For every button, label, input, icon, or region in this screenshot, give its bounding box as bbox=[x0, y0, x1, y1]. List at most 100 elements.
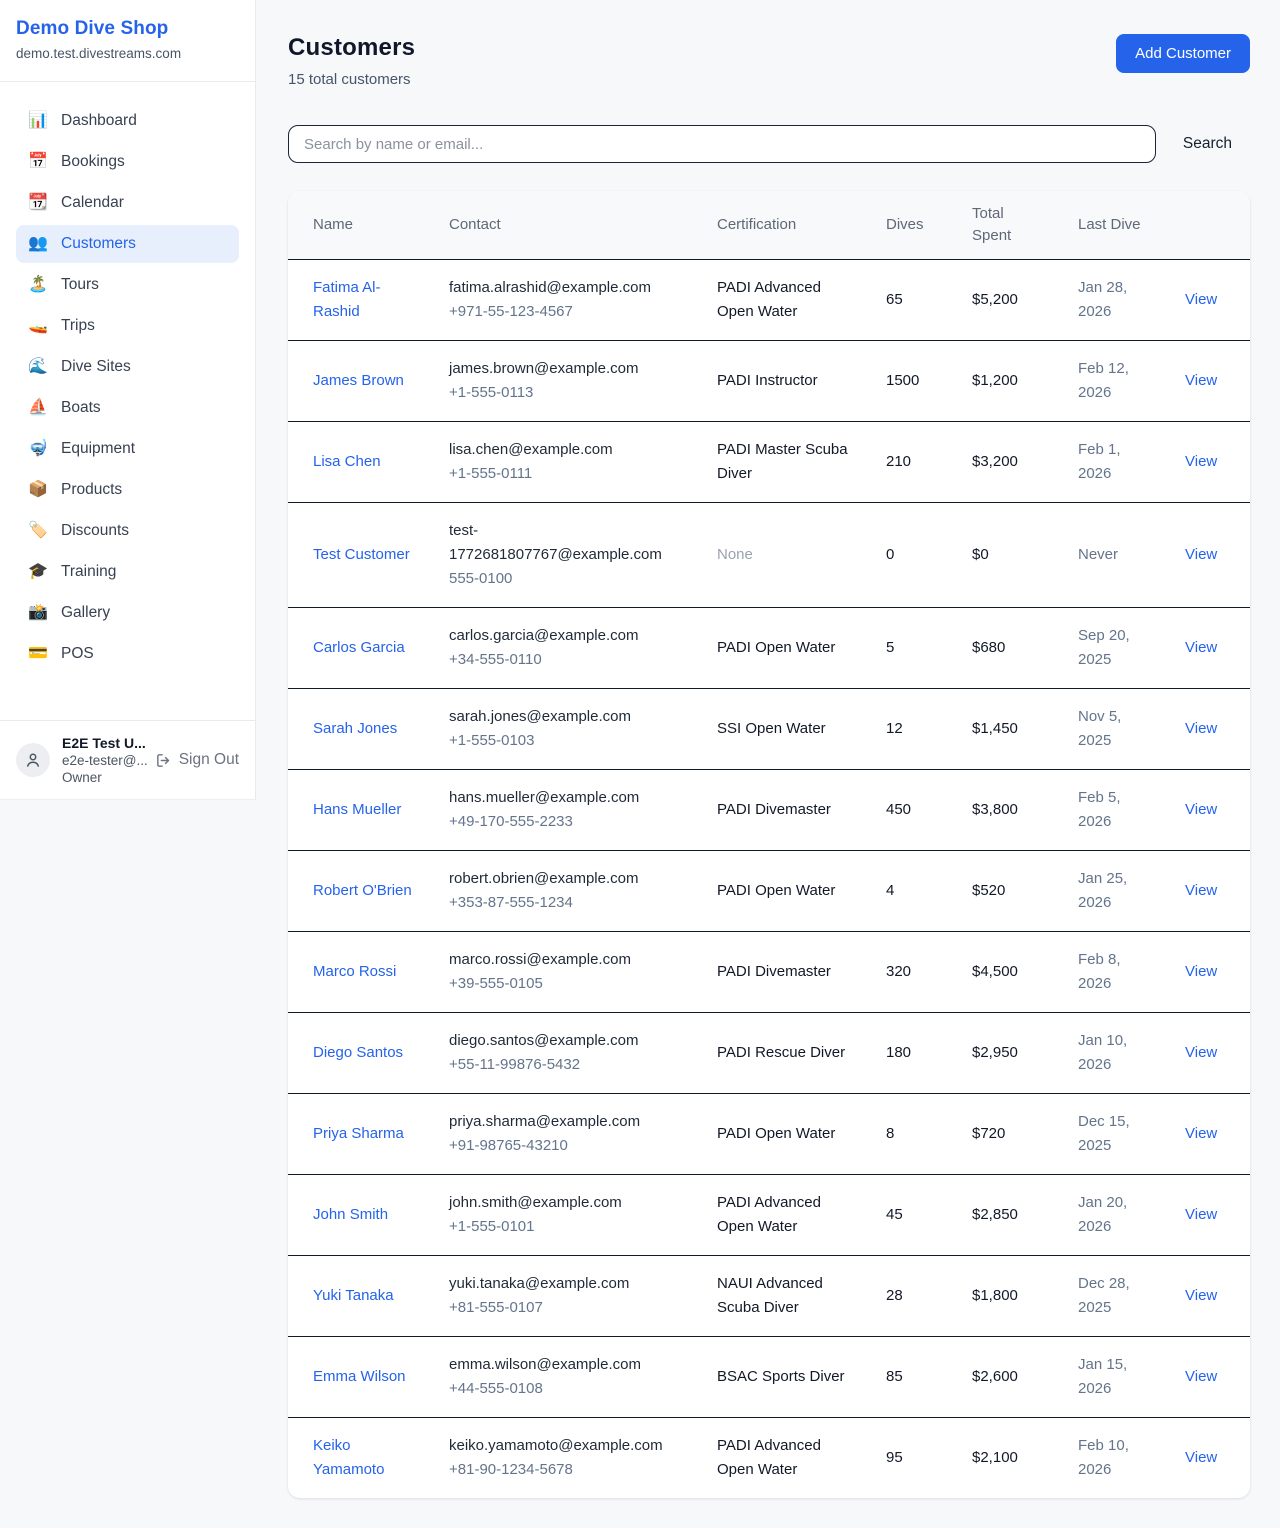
customer-total-spent: $3,200 bbox=[956, 421, 1062, 502]
view-link[interactable]: View bbox=[1185, 801, 1217, 818]
view-link[interactable]: View bbox=[1185, 453, 1217, 470]
customer-phone: 555-0100 bbox=[449, 567, 685, 591]
customer-dives: 4 bbox=[870, 850, 956, 931]
view-link[interactable]: View bbox=[1185, 882, 1217, 899]
table-body: Fatima Al-Rashidfatima.alrashid@example.… bbox=[288, 259, 1250, 1498]
customer-name-link[interactable]: Fatima Al-Rashid bbox=[288, 259, 433, 340]
customer-certification: PADI Rescue Diver bbox=[701, 1012, 870, 1093]
customer-certification: BSAC Sports Diver bbox=[701, 1336, 870, 1417]
view-link[interactable]: View bbox=[1185, 720, 1217, 737]
customer-name-link[interactable]: Yuki Tanaka bbox=[288, 1255, 433, 1336]
sign-out-button[interactable]: Sign Out bbox=[155, 751, 239, 769]
sidebar-item-equipment[interactable]: 🤿Equipment bbox=[16, 430, 239, 468]
sidebar-user-section: E2E Test U... e2e-tester@... Owner Sign … bbox=[0, 720, 255, 799]
customer-name-link[interactable]: Diego Santos bbox=[288, 1012, 433, 1093]
search-input[interactable] bbox=[288, 125, 1156, 163]
sidebar-item-label: Customers bbox=[61, 235, 136, 253]
add-customer-button[interactable]: Add Customer bbox=[1116, 34, 1250, 73]
customer-name-link[interactable]: Test Customer bbox=[288, 502, 433, 607]
customer-dives: 1500 bbox=[870, 340, 956, 421]
customer-phone: +1-555-0103 bbox=[449, 729, 685, 753]
customer-phone: +1-555-0111 bbox=[449, 462, 685, 486]
sidebar-item-trips[interactable]: 🚤Trips bbox=[16, 307, 239, 345]
view-link[interactable]: View bbox=[1185, 1125, 1217, 1142]
customer-total-spent: $1,200 bbox=[956, 340, 1062, 421]
customer-name-link[interactable]: Keiko Yamamoto bbox=[288, 1417, 433, 1498]
view-link[interactable]: View bbox=[1185, 546, 1217, 563]
pos-icon: 💳 bbox=[28, 646, 48, 662]
customer-actions: View bbox=[1169, 607, 1250, 688]
customer-total-spent: $2,100 bbox=[956, 1417, 1062, 1498]
view-link[interactable]: View bbox=[1185, 639, 1217, 656]
trips-icon: 🚤 bbox=[28, 318, 48, 334]
customer-dives: 8 bbox=[870, 1093, 956, 1174]
customer-email: sarah.jones@example.com bbox=[449, 705, 685, 729]
sidebar-item-discounts[interactable]: 🏷️Discounts bbox=[16, 512, 239, 550]
customer-actions: View bbox=[1169, 1093, 1250, 1174]
sidebar-item-label: Gallery bbox=[61, 604, 110, 622]
customer-last-dive: Nov 5, 2025 bbox=[1062, 688, 1169, 769]
tours-icon: 🏝️ bbox=[28, 277, 48, 293]
sidebar-item-customers[interactable]: 👥Customers bbox=[16, 225, 239, 263]
customer-certification: PADI Divemaster bbox=[701, 931, 870, 1012]
sidebar-item-label: Tours bbox=[61, 276, 99, 294]
sidebar-item-gallery[interactable]: 📸 Gallery bbox=[16, 594, 239, 632]
view-link[interactable]: View bbox=[1185, 1287, 1217, 1304]
customer-name-link[interactable]: Hans Mueller bbox=[288, 769, 433, 850]
customer-last-dive: Dec 28, 2025 bbox=[1062, 1255, 1169, 1336]
view-link[interactable]: View bbox=[1185, 1044, 1217, 1061]
table-row: Priya Sharmapriya.sharma@example.com+91-… bbox=[288, 1093, 1250, 1174]
sidebar-item-boats[interactable]: ⛵Boats bbox=[16, 389, 239, 427]
view-link[interactable]: View bbox=[1185, 963, 1217, 980]
customer-email: john.smith@example.com bbox=[449, 1191, 685, 1215]
customer-name-link[interactable]: Sarah Jones bbox=[288, 688, 433, 769]
customer-dives: 65 bbox=[870, 259, 956, 340]
customer-certification: PADI Open Water bbox=[701, 1093, 870, 1174]
sign-out-label: Sign Out bbox=[179, 751, 239, 769]
customer-phone: +49-170-555-2233 bbox=[449, 810, 685, 834]
avatar bbox=[16, 743, 50, 777]
customer-contact: keiko.yamamoto@example.com+81-90-1234-56… bbox=[433, 1417, 701, 1498]
customer-last-dive: Jan 15, 2026 bbox=[1062, 1336, 1169, 1417]
app-root: Demo Dive Shop demo.test.divestreams.com… bbox=[0, 0, 1280, 1528]
customer-last-dive: Feb 1, 2026 bbox=[1062, 421, 1169, 502]
customer-phone: +971-55-123-4567 bbox=[449, 300, 685, 324]
sidebar-item-training[interactable]: 🎓Training bbox=[16, 553, 239, 591]
column-header-name: Name bbox=[288, 191, 433, 259]
customer-name-link[interactable]: Priya Sharma bbox=[288, 1093, 433, 1174]
sidebar-item-pos[interactable]: 💳POS bbox=[16, 635, 239, 673]
customer-total-spent: $1,450 bbox=[956, 688, 1062, 769]
sidebar-item-tours[interactable]: 🏝️ Tours bbox=[16, 266, 239, 304]
gallery-icon: 📸 bbox=[28, 605, 48, 621]
customer-total-spent: $0 bbox=[956, 502, 1062, 607]
customer-name-link[interactable]: John Smith bbox=[288, 1174, 433, 1255]
customer-contact: marco.rossi@example.com+39-555-0105 bbox=[433, 931, 701, 1012]
sidebar-item-products[interactable]: 📦Products bbox=[16, 471, 239, 509]
view-link[interactable]: View bbox=[1185, 1449, 1217, 1466]
table-row: Robert O'Brienrobert.obrien@example.com+… bbox=[288, 850, 1250, 931]
page-header: Customers 15 total customers Add Custome… bbox=[288, 34, 1250, 88]
view-link[interactable]: View bbox=[1185, 1206, 1217, 1223]
customers-table-card: NameContactCertificationDivesTotal Spent… bbox=[288, 191, 1250, 1498]
sidebar-nav: 📊Dashboard📅Bookings📆Calendar👥Customers🏝️… bbox=[0, 82, 255, 720]
customer-name-link[interactable]: Lisa Chen bbox=[288, 421, 433, 502]
view-link[interactable]: View bbox=[1185, 372, 1217, 389]
customer-certification: None bbox=[701, 502, 870, 607]
search-button[interactable]: Search bbox=[1183, 135, 1232, 153]
sidebar-item-bookings[interactable]: 📅Bookings bbox=[16, 143, 239, 181]
sidebar-item-dashboard[interactable]: 📊Dashboard bbox=[16, 102, 239, 140]
customer-name-link[interactable]: Robert O'Brien bbox=[288, 850, 433, 931]
view-link[interactable]: View bbox=[1185, 291, 1217, 308]
sidebar-item-calendar[interactable]: 📆Calendar bbox=[16, 184, 239, 222]
sidebar-item-dive-sites[interactable]: 🌊Dive Sites bbox=[16, 348, 239, 386]
customer-name-link[interactable]: Emma Wilson bbox=[288, 1336, 433, 1417]
table-header-row: NameContactCertificationDivesTotal Spent… bbox=[288, 191, 1250, 259]
training-icon: 🎓 bbox=[28, 564, 48, 580]
view-link[interactable]: View bbox=[1185, 1368, 1217, 1385]
customer-name-link[interactable]: Marco Rossi bbox=[288, 931, 433, 1012]
customer-name-link[interactable]: Carlos Garcia bbox=[288, 607, 433, 688]
customer-name-link[interactable]: James Brown bbox=[288, 340, 433, 421]
customer-phone: +34-555-0110 bbox=[449, 648, 685, 672]
discounts-icon: 🏷️ bbox=[28, 523, 48, 539]
customer-total-spent: $1,800 bbox=[956, 1255, 1062, 1336]
